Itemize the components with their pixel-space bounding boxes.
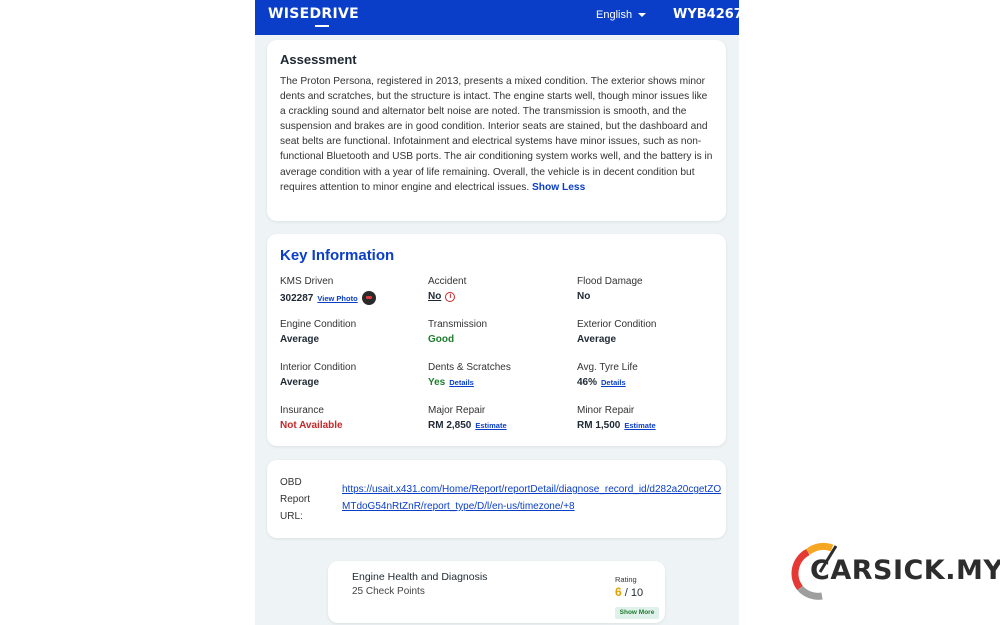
dents-details-link[interactable]: Details xyxy=(449,378,474,387)
minor-repair-value-row: RM 1,500 Estimate xyxy=(577,420,717,431)
assessment-title: Assessment xyxy=(280,52,357,67)
tyre-life-value: 46% xyxy=(577,377,598,388)
flood-damage-label: Flood Damage xyxy=(577,276,643,287)
language-label: English xyxy=(596,9,633,21)
rating-max: / 10 xyxy=(624,587,644,599)
obd-report-label: OBD Report URL: xyxy=(280,477,311,522)
assessment-body: The Proton Persona, registered in 2013, … xyxy=(280,74,713,195)
interior-condition-value: Average xyxy=(280,377,320,388)
report-column: WISEDRIVE English WYB4267 Assessment The… xyxy=(255,0,743,625)
engine-health-title: Engine Health and Diagnosis xyxy=(352,571,488,583)
obd-report-card: OBD Report URL: https://usait.x431.com/H… xyxy=(267,460,726,538)
tyre-life-value-row: 46% Details xyxy=(577,377,717,388)
dents-scratches-value: Yes xyxy=(428,377,446,388)
minor-repair-item: Minor Repair RM 1,500 Estimate xyxy=(577,405,717,431)
assessment-text: The Proton Persona, registered in 2013, … xyxy=(280,76,713,193)
show-less-link[interactable]: Show Less xyxy=(532,182,585,193)
engine-rating: Rating 6 / 10 xyxy=(615,575,643,599)
tyre-life-label: Avg. Tyre Life xyxy=(577,362,638,373)
engine-health-checkpoints: 25 Check Points xyxy=(352,586,425,597)
engine-condition-label: Engine Condition xyxy=(280,319,357,330)
major-repair-value-row: RM 2,850 Estimate xyxy=(428,420,568,431)
plate-number: WYB4267 xyxy=(673,7,743,22)
wisedrive-logo[interactable]: WISEDRIVE xyxy=(268,6,359,22)
major-repair-label: Major Repair xyxy=(428,405,486,416)
watermark-text: CARSICK.MY xyxy=(810,555,1000,586)
engine-condition-item: Engine Condition Average xyxy=(280,319,420,345)
view-photo-link[interactable]: View Photo xyxy=(317,294,357,303)
interior-condition-item: Interior Condition Average xyxy=(280,362,420,388)
dents-scratches-item: Dents & Scratches Yes Details xyxy=(428,362,568,388)
flood-damage-value: No xyxy=(577,291,591,302)
exterior-condition-label: Exterior Condition xyxy=(577,319,657,330)
kms-driven-label: KMS Driven xyxy=(280,276,334,287)
insurance-label: Insurance xyxy=(280,405,324,416)
top-header: WISEDRIVE English WYB4267 xyxy=(255,0,743,35)
insurance-item: Insurance Not Available xyxy=(280,405,420,431)
transmission-label: Transmission xyxy=(428,319,488,330)
minor-repair-estimate-link[interactable]: Estimate xyxy=(624,421,655,430)
engine-health-card[interactable]: Engine Health and Diagnosis 25 Check Poi… xyxy=(328,561,665,623)
engine-condition-value: Average xyxy=(280,334,320,345)
tyre-details-link[interactable]: Details xyxy=(601,378,626,387)
insurance-value: Not Available xyxy=(280,420,343,431)
accident-item: Accident No i xyxy=(428,276,568,302)
rating-value: 6 xyxy=(615,585,622,599)
dents-scratches-value-row: Yes Details xyxy=(428,377,568,388)
key-information-card: Key Information KMS Driven 302287 View P… xyxy=(267,234,726,446)
major-repair-value: RM 2,850 xyxy=(428,420,472,431)
dents-scratches-label: Dents & Scratches xyxy=(428,362,511,373)
accident-label: Accident xyxy=(428,276,467,287)
minor-repair-label: Minor Repair xyxy=(577,405,635,416)
minor-repair-value: RM 1,500 xyxy=(577,420,621,431)
major-repair-estimate-link[interactable]: Estimate xyxy=(475,421,506,430)
language-selector[interactable]: English xyxy=(596,9,647,21)
transmission-value: Good xyxy=(428,334,455,345)
transmission-item: Transmission Good xyxy=(428,319,568,345)
accident-value-row: No i xyxy=(428,291,568,302)
page: WISEDRIVE English WYB4267 Assessment The… xyxy=(0,0,1000,625)
major-repair-item: Major Repair RM 2,850 Estimate xyxy=(428,405,568,431)
rating-label: Rating xyxy=(615,575,637,584)
carsick-watermark: CARSICK.MY xyxy=(788,538,1000,602)
interior-condition-label: Interior Condition xyxy=(280,362,357,373)
assessment-card: Assessment The Proton Persona, registere… xyxy=(267,40,726,221)
kms-driven-value: 302287 xyxy=(280,292,314,304)
rating-value-row: 6 / 10 xyxy=(615,585,643,599)
flood-damage-item: Flood Damage No xyxy=(577,276,717,302)
chevron-down-icon xyxy=(638,13,647,18)
info-icon[interactable]: i xyxy=(445,291,456,302)
kms-driven-item: KMS Driven 302287 View Photo xyxy=(280,276,420,305)
show-more-button[interactable]: Show More xyxy=(615,607,659,619)
exterior-condition-value: Average xyxy=(577,334,617,345)
logo-underline xyxy=(315,25,329,27)
obd-report-link[interactable]: https://usait.x431.com/Home/Report/repor… xyxy=(342,481,727,515)
exterior-condition-item: Exterior Condition Average xyxy=(577,319,717,345)
kms-driven-value-row: 302287 View Photo xyxy=(280,291,420,305)
key-information-title: Key Information xyxy=(280,247,395,264)
photo-thumbnail-icon[interactable] xyxy=(361,291,376,305)
accident-value: No xyxy=(428,291,442,302)
tyre-life-item: Avg. Tyre Life 46% Details xyxy=(577,362,717,388)
